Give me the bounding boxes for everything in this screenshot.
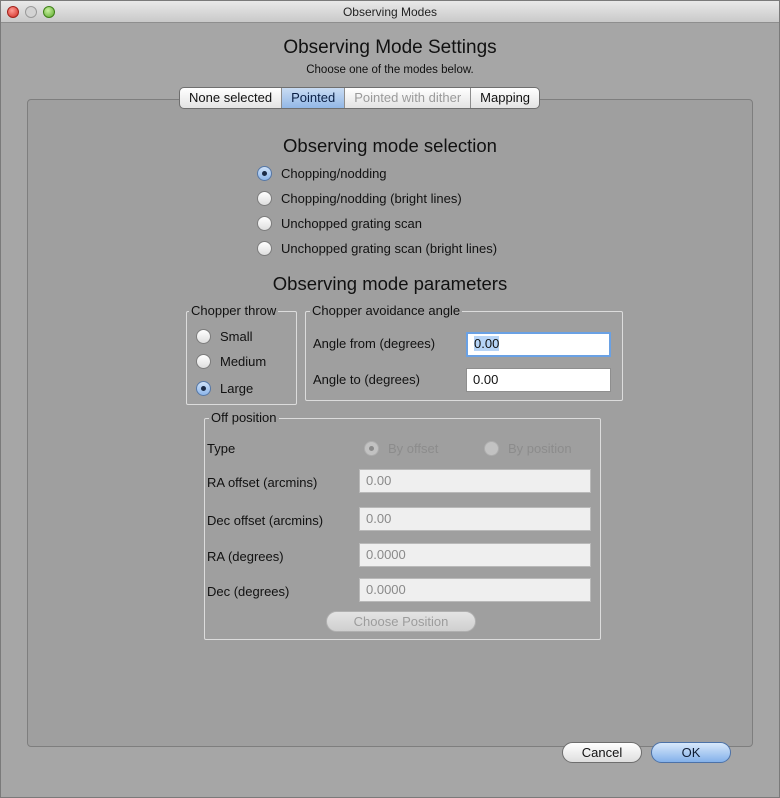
chopper-throw-option-label: Medium (220, 354, 267, 369)
window-title: Observing Modes (342, 5, 438, 19)
off-type-by-offset: By offset (364, 441, 438, 456)
dec-offset-label: Dec offset (arcmins) (207, 513, 324, 528)
chopper-throw-option-label: Large (220, 381, 254, 396)
off-type-by-position: By position (484, 441, 572, 456)
parameters-title: Observing mode parameters (272, 273, 508, 294)
observing-modes-window: Observing Modes Observing Mode Settings … (0, 0, 780, 798)
angle-to-label: Angle to (degrees) (313, 372, 420, 387)
radio-button-icon (484, 441, 499, 456)
tab-pointed-with-dither: Pointed with dither (345, 88, 472, 108)
chopper-throw-small[interactable]: Small (196, 329, 253, 344)
mode-option-chopping-nodding-bright[interactable]: Chopping/nodding (bright lines) (257, 191, 462, 206)
off-position-legend: Off position (209, 410, 279, 425)
choose-position-button: Choose Position (326, 611, 476, 632)
off-type-label: Type (207, 441, 236, 456)
mode-option-label: Chopping/nodding (281, 166, 387, 181)
off-type-option-label: By position (508, 441, 572, 456)
dec-input: 0.0000 (359, 578, 591, 602)
mode-option-label: Chopping/nodding (bright lines) (281, 191, 462, 206)
ra-input: 0.0000 (359, 543, 591, 567)
angle-from-input[interactable]: 0.00 (466, 332, 611, 357)
ra-offset-input: 0.00 (359, 469, 591, 493)
angle-from-label: Angle from (degrees) (313, 336, 436, 351)
dec-label: Dec (degrees) (207, 584, 290, 599)
ra-offset-label: RA offset (arcmins) (207, 475, 318, 490)
title-bar[interactable]: Observing Modes (1, 1, 779, 23)
chopper-throw-medium[interactable]: Medium (196, 354, 266, 369)
page-subtitle: Choose one of the modes below. (306, 64, 474, 76)
radio-button-icon (364, 441, 379, 456)
radio-button-icon[interactable] (257, 241, 272, 256)
tab-pointed[interactable]: Pointed (282, 88, 346, 108)
angle-to-input[interactable]: 0.00 (466, 368, 611, 392)
radio-button-icon[interactable] (257, 166, 272, 181)
mode-option-unchopped-scan-bright[interactable]: Unchopped grating scan (bright lines) (257, 241, 497, 256)
radio-button-icon[interactable] (196, 354, 211, 369)
chopper-throw-large[interactable]: Large (196, 381, 253, 396)
ra-label: RA (degrees) (207, 549, 284, 564)
mode-option-label: Unchopped grating scan (bright lines) (281, 241, 498, 256)
radio-button-icon[interactable] (257, 191, 272, 206)
radio-button-icon[interactable] (196, 381, 211, 396)
radio-button-icon[interactable] (196, 329, 211, 344)
angle-from-value: 0.00 (474, 336, 500, 351)
page-title: Observing Mode Settings (283, 37, 497, 58)
chopper-throw-option-label: Small (220, 329, 253, 344)
dec-offset-input: 0.00 (359, 507, 591, 531)
off-type-option-label: By offset (388, 441, 439, 456)
mode-selection-title: Observing mode selection (283, 135, 497, 156)
radio-button-icon[interactable] (257, 216, 272, 231)
tab-mapping[interactable]: Mapping (471, 88, 539, 108)
mode-option-chopping-nodding[interactable]: Chopping/nodding (257, 166, 387, 181)
mode-option-unchopped-scan[interactable]: Unchopped grating scan (257, 216, 422, 231)
tab-none-selected[interactable]: None selected (180, 88, 283, 108)
chopper-throw-legend: Chopper throw (189, 303, 279, 318)
ok-button[interactable]: OK (651, 742, 731, 763)
mode-tab-bar: None selected Pointed Pointed with dithe… (179, 87, 541, 109)
chopper-avoidance-legend: Chopper avoidance angle (310, 303, 463, 318)
mode-option-label: Unchopped grating scan (281, 216, 422, 231)
cancel-button[interactable]: Cancel (562, 742, 642, 763)
